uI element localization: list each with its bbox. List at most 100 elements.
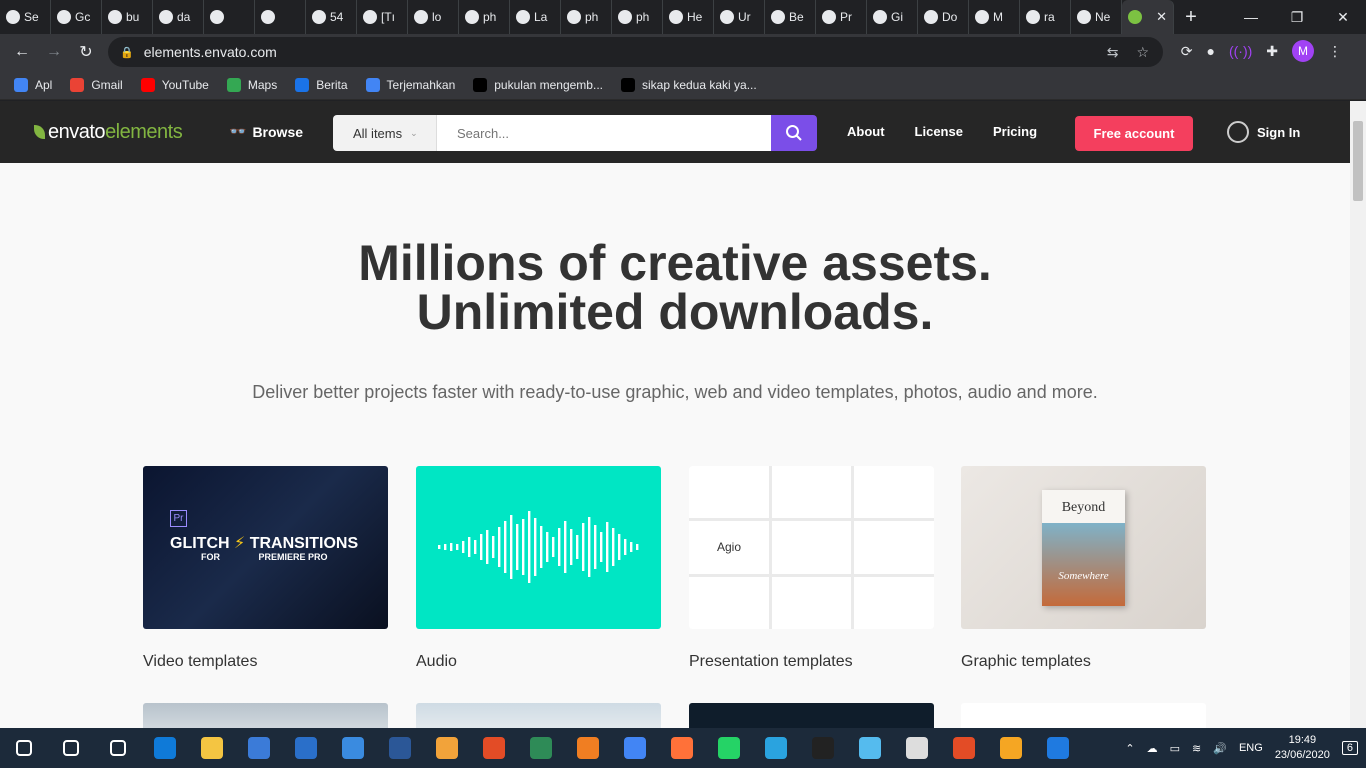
task-view-icon[interactable]: [94, 728, 141, 768]
category-card-graphic[interactable]: Beyond Somewhere Graphic templates: [961, 466, 1206, 671]
browser-tab[interactable]: Do: [918, 0, 969, 34]
notes-icon[interactable]: [846, 728, 893, 768]
whatsapp-icon[interactable]: [705, 728, 752, 768]
sign-in-link[interactable]: Sign In: [1227, 121, 1300, 143]
browser-tab[interactable]: Pr: [816, 0, 867, 34]
browser-tab[interactable]: da: [153, 0, 204, 34]
search-button[interactable]: [771, 115, 817, 151]
start-icon[interactable]: [0, 728, 47, 768]
next-row-card[interactable]: [416, 703, 661, 728]
next-row-card[interactable]: [689, 703, 934, 728]
browser-tab[interactable]: Ur: [714, 0, 765, 34]
teamviewer-icon[interactable]: [1034, 728, 1081, 768]
firefox-icon[interactable]: [658, 728, 705, 768]
search-icon[interactable]: [47, 728, 94, 768]
next-row-card[interactable]: [143, 703, 388, 728]
category-card-video[interactable]: Pr GLITCH ⚡ TRANSITIONS FOR PREMIERE PRO…: [143, 466, 388, 671]
mail-icon[interactable]: [282, 728, 329, 768]
bookmark-item[interactable]: Gmail: [70, 77, 123, 92]
category-select[interactable]: All items ⌄: [333, 115, 437, 151]
back-icon[interactable]: ←: [6, 36, 38, 68]
nav-about[interactable]: About: [847, 124, 885, 139]
settings-icon[interactable]: [893, 728, 940, 768]
volume-icon[interactable]: 🔊: [1213, 742, 1227, 755]
bookmark-star-icon[interactable]: ☆: [1136, 44, 1149, 61]
next-row-card[interactable]: [961, 703, 1206, 728]
browser-tab-active[interactable]: ✕: [1122, 0, 1174, 34]
bookmark-item[interactable]: pukulan mengemb...: [473, 77, 603, 92]
xampp-icon[interactable]: [564, 728, 611, 768]
sublime-icon[interactable]: [423, 728, 470, 768]
browser-tab[interactable]: bu: [102, 0, 153, 34]
extension-icon[interactable]: ●: [1206, 43, 1214, 59]
free-account-button[interactable]: Free account: [1075, 116, 1193, 151]
page-scrollbar[interactable]: [1350, 101, 1366, 728]
bookmark-item[interactable]: Apl: [14, 77, 52, 92]
browser-tab[interactable]: Gi: [867, 0, 918, 34]
browser-tab[interactable]: [Tı: [357, 0, 408, 34]
browser-tab[interactable]: Ne: [1071, 0, 1122, 34]
word-icon[interactable]: [329, 728, 376, 768]
language-indicator[interactable]: ENG: [1239, 742, 1263, 754]
forward-icon[interactable]: →: [38, 36, 70, 68]
nav-pricing[interactable]: Pricing: [993, 124, 1037, 139]
scrollbar-thumb[interactable]: [1353, 121, 1363, 201]
translate-icon[interactable]: ⇆: [1107, 44, 1119, 61]
category-card-presentation[interactable]: Agio Presentation templates: [689, 466, 934, 671]
browser-tab[interactable]: [204, 0, 255, 34]
close-window-icon[interactable]: ✕: [1320, 0, 1366, 34]
browser-tab[interactable]: Gc: [51, 0, 102, 34]
bookmark-item[interactable]: sikap kedua kaki ya...: [620, 77, 757, 92]
envato-elements-logo[interactable]: envatoelements: [34, 121, 183, 144]
browser-tab[interactable]: La: [510, 0, 561, 34]
wifi-icon[interactable]: ≋: [1192, 742, 1201, 755]
bookmark-item[interactable]: YouTube: [140, 77, 209, 92]
git-client-icon[interactable]: [940, 728, 987, 768]
tab-close-icon[interactable]: ✕: [1156, 9, 1167, 25]
clock[interactable]: 19:49 23/06/2020: [1275, 733, 1330, 763]
bookmark-item[interactable]: Berita: [295, 77, 348, 92]
telegram-icon[interactable]: [752, 728, 799, 768]
browser-tab[interactable]: ph: [459, 0, 510, 34]
store-icon[interactable]: [235, 728, 282, 768]
cast-extension-icon[interactable]: ((·)): [1229, 43, 1252, 59]
shield-app-icon[interactable]: [987, 728, 1034, 768]
profile-avatar[interactable]: M: [1292, 40, 1314, 62]
new-tab-icon[interactable]: +: [1174, 6, 1208, 29]
bookmark-item[interactable]: Terjemahkan: [365, 77, 455, 92]
git-icon[interactable]: [470, 728, 517, 768]
browser-tab[interactable]: ra: [1020, 0, 1071, 34]
browser-tab[interactable]: 54: [306, 0, 357, 34]
battery-icon[interactable]: ▭: [1170, 742, 1180, 755]
browser-tab[interactable]: He: [663, 0, 714, 34]
browse-button[interactable]: 👓 Browse: [229, 123, 303, 140]
chrome-icon[interactable]: [611, 728, 658, 768]
restore-icon[interactable]: ❐: [1274, 0, 1320, 34]
notification-icon[interactable]: 6: [1341, 741, 1358, 755]
search-input[interactable]: [437, 115, 771, 151]
terminal-icon[interactable]: [799, 728, 846, 768]
vscode-icon[interactable]: [376, 728, 423, 768]
browser-tab[interactable]: [255, 0, 306, 34]
reload-icon[interactable]: ↻: [70, 36, 102, 68]
cloud-icon[interactable]: ☁: [1147, 742, 1158, 755]
browser-tab[interactable]: ph: [612, 0, 663, 34]
browser-tab[interactable]: lo: [408, 0, 459, 34]
minimize-icon[interactable]: —: [1228, 0, 1274, 34]
browser-tab[interactable]: M: [969, 0, 1020, 34]
category-card-audio[interactable]: Audio: [416, 466, 661, 671]
menu-dots-icon[interactable]: ⋮: [1328, 43, 1342, 60]
browser-tab[interactable]: ph: [561, 0, 612, 34]
puzzle-icon[interactable]: ✚: [1266, 43, 1278, 60]
maps-icon[interactable]: [517, 728, 564, 768]
file-explorer-icon[interactable]: [188, 728, 235, 768]
browser-tab[interactable]: Be: [765, 0, 816, 34]
page-viewport: envatoelements 👓 Browse All items ⌄ Abou…: [0, 101, 1350, 728]
browser-tab[interactable]: Se: [0, 0, 51, 34]
sync-extension-icon[interactable]: ⟳: [1181, 43, 1193, 60]
url-field[interactable]: 🔒 elements.envato.com ⇆ ☆: [108, 37, 1163, 67]
bookmark-item[interactable]: Maps: [226, 77, 277, 92]
nav-license[interactable]: License: [915, 124, 963, 139]
chevron-up-icon[interactable]: ⌃: [1125, 742, 1134, 755]
edge-icon[interactable]: [141, 728, 188, 768]
